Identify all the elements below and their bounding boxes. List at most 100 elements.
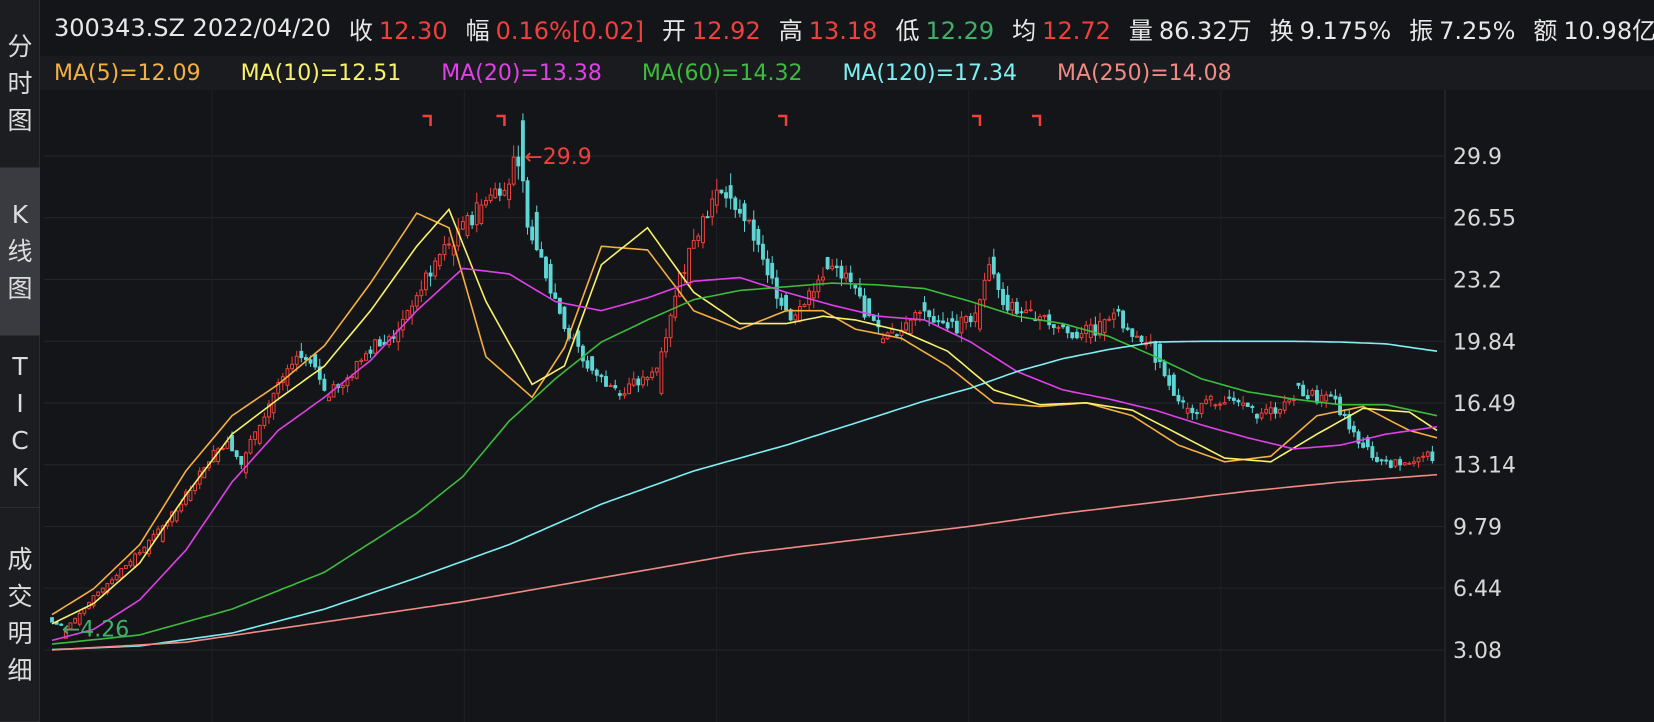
candle-down (1176, 394, 1181, 402)
quote-close-value: 12.30 (378, 16, 448, 45)
candle-up (1079, 333, 1084, 339)
candle-down (765, 258, 770, 276)
candle-up (821, 276, 825, 281)
candle-up (1010, 301, 1015, 311)
candle-up (1134, 335, 1139, 338)
y-tick-label: 23.2 (1453, 268, 1502, 293)
quote-open: 开 12.92 (662, 11, 761, 46)
candle-down (1305, 395, 1310, 400)
candle-down (1074, 331, 1079, 339)
ma-legend-ma5: MA(5)=12.09 (54, 60, 201, 86)
candle-up (654, 367, 659, 373)
candle-up (294, 355, 299, 365)
candle-up (664, 337, 668, 353)
candle-down (585, 360, 590, 369)
candle-down (1398, 459, 1402, 466)
candle-down (1116, 309, 1121, 312)
candle-up (1268, 407, 1273, 415)
candle-up (364, 353, 368, 361)
tab-char: 明 (7, 618, 33, 648)
candle-down (1001, 288, 1005, 306)
candle-up (1042, 314, 1047, 318)
tab-分时图[interactable]: 分时图 (0, 0, 40, 168)
candle-up (830, 265, 835, 270)
candle-up (1222, 402, 1227, 405)
candle-up (631, 378, 636, 386)
candle-down (839, 265, 844, 279)
candle-up (1421, 455, 1426, 458)
candle-down (770, 262, 775, 279)
candle-up (405, 310, 410, 320)
candle-up (142, 546, 147, 553)
candle-down (313, 354, 318, 368)
candle-up (484, 200, 488, 206)
quote-close: 收 12.30 (349, 11, 448, 46)
candle-up (188, 490, 193, 501)
candle-up (1287, 399, 1292, 403)
candle-up (447, 243, 451, 246)
quote-low-label: 低 (895, 16, 920, 45)
candle-down (525, 180, 530, 228)
candle-down (553, 292, 558, 299)
tab-char: 图 (7, 106, 33, 135)
candle-up (668, 314, 673, 339)
candle-up (290, 363, 294, 370)
tab-成交明细[interactable]: 成交明细 (0, 508, 40, 722)
candle-down (1195, 412, 1199, 415)
candle-up (327, 396, 331, 402)
candle-down (580, 345, 585, 362)
candle-down (742, 203, 747, 222)
max-annotation: ←29.9 (524, 145, 591, 170)
candle-down (239, 455, 244, 465)
ma-line-ma120 (51, 340, 1438, 651)
candle-down (377, 339, 382, 347)
candle-down (968, 316, 973, 323)
y-tick-label: 26.55 (1453, 207, 1516, 232)
candle-down (1245, 402, 1250, 407)
candle-up (488, 194, 493, 202)
candle-up (1310, 390, 1315, 396)
quote-volume: 量 86.32万 (1129, 11, 1252, 46)
candle-up (918, 311, 922, 314)
candle-up (696, 235, 701, 242)
candle-down (1047, 314, 1052, 326)
candle-down (1019, 311, 1024, 314)
kline-chart[interactable]: 3.08 6.44 9.79 13.14 16.49 19.84 23.2 26.55 29.9… (40, 90, 1654, 722)
tab-TICK[interactable]: TICK (0, 336, 40, 508)
quote-turnover-value: 9.175% (1299, 16, 1392, 45)
candle-down (1315, 390, 1319, 404)
candle-up (479, 204, 484, 225)
candle-up (1107, 318, 1112, 321)
candle-up (1278, 409, 1282, 414)
candle-down (728, 185, 733, 199)
tab-char: 图 (7, 274, 33, 303)
quote-info-bar: 300343.SZ 2022/04/20 收 12.30 幅 0.16%[0.02] 开… (40, 0, 1654, 56)
candle-down (894, 334, 899, 337)
quote-change-label: 幅 (465, 16, 490, 45)
tab-K线图[interactable]: K线图 (0, 168, 40, 336)
quote-open-value: 12.92 (692, 16, 761, 45)
quote-high: 高 13.18 (779, 11, 878, 46)
y-tick-label: 16.49 (1453, 392, 1516, 417)
tab-char: 线 (7, 237, 33, 266)
candle-down (1333, 395, 1338, 400)
tab-char: 时 (7, 69, 33, 98)
candle-up (1056, 326, 1061, 329)
candle-down (1153, 341, 1158, 363)
candle-down (1361, 442, 1366, 448)
candle-up (262, 416, 267, 427)
ma-legend-ma60: MA(60)=14.32 (641, 60, 803, 86)
candle-up (359, 359, 364, 363)
candle-down (557, 297, 562, 314)
quote-change: 幅 0.16%[0.02] (466, 11, 644, 46)
candle-down (1005, 294, 1010, 311)
candle-down (1273, 407, 1278, 414)
candle-down (825, 257, 830, 270)
candle-down (1430, 451, 1435, 462)
candle-up (507, 183, 511, 201)
y-tick-label: 13.14 (1453, 454, 1516, 479)
candle-up (622, 393, 627, 396)
candle-up (802, 304, 807, 308)
candle-up (747, 219, 752, 222)
candle-up (340, 385, 345, 389)
